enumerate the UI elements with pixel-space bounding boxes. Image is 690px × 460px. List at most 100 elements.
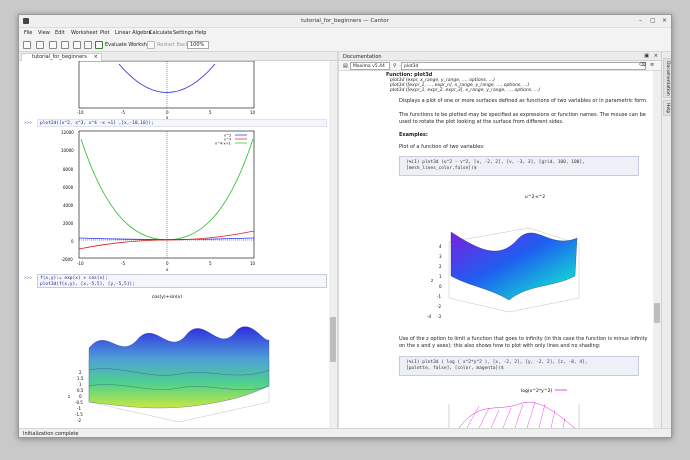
window-title: tutorial_for_beginners — Cantor: [301, 18, 389, 24]
doc-paragraph: Plot of a function of two variables:: [399, 144, 485, 150]
menu-worksheet[interactable]: Worksheet: [71, 30, 98, 36]
doc-toolbar: ▤ Maxima v5.44 ⚲ plot3d ⌫ ≡: [339, 61, 661, 71]
menu-edit[interactable]: Edit: [55, 30, 65, 36]
doc-paragraph: Displays a plot of one or more surfaces …: [399, 98, 648, 104]
entry-code-line: f(x,y):= exp(x) + cos(x);: [40, 276, 108, 281]
menu-view[interactable]: View: [38, 30, 50, 36]
search-input[interactable]: plot3d: [401, 62, 646, 70]
close-tab-icon[interactable]: ×: [94, 54, 98, 61]
plot-title: cos(y)+sin(x): [152, 294, 182, 300]
prompt: >>>: [24, 276, 33, 281]
tick-label: 1.5: [77, 376, 84, 381]
menu-bar: File View Edit Worksheet Plot Linear Alg…: [19, 28, 671, 38]
backend-icon: ▤: [343, 63, 348, 69]
entry-input[interactable]: f(x,y):= exp(x) + cos(x); plot3d(f(x,y),…: [37, 274, 327, 288]
doc-scrollbar[interactable]: [653, 71, 661, 428]
entry-code-line: plot3d(f(x,y), [x,-5,5], [y,-5,5]);: [40, 282, 135, 287]
tick-label: 2: [439, 264, 442, 269]
evaluate-icon[interactable]: [95, 41, 103, 49]
tick-label: 0: [79, 394, 82, 399]
find-icon[interactable]: [84, 41, 92, 49]
tick-label: 0: [71, 239, 74, 244]
menu-linear-algebra[interactable]: Linear Algebra: [115, 30, 151, 36]
plot-frame: [78, 61, 255, 109]
tick-label: 1: [79, 382, 82, 387]
menu-icon[interactable]: ≡: [650, 62, 654, 68]
search-icon: ⚲: [393, 63, 397, 69]
title-bar: tutorial_for_beginners — Cantor – ▢ ×: [19, 15, 671, 28]
tick-label: -5: [121, 261, 125, 266]
tick-label: 4000: [63, 203, 74, 208]
axis-label: x: [166, 267, 169, 272]
panel-title: Documentation: [343, 54, 382, 60]
open-icon[interactable]: [49, 41, 57, 49]
side-tab-documentation[interactable]: Documentation: [663, 58, 671, 98]
surface: [450, 231, 578, 301]
minimize-icon[interactable]: –: [639, 18, 642, 24]
backend-select[interactable]: Maxima v5.44: [350, 62, 390, 70]
tick-label: 1: [439, 274, 442, 279]
save-icon[interactable]: [73, 41, 81, 49]
side-tab-help[interactable]: Help: [663, 100, 671, 116]
plot-title: u^2-v^2: [525, 194, 545, 200]
legend-label: log(x^2*y^2): [521, 388, 552, 394]
tick-label: 6000: [63, 185, 74, 190]
tick-label: 0: [439, 284, 442, 289]
tick-label: 5: [209, 110, 212, 115]
tick-label: 8000: [63, 167, 74, 172]
float-icon[interactable]: ▣: [644, 53, 649, 59]
maximize-icon[interactable]: ▢: [650, 18, 656, 24]
tick-label: -5: [121, 110, 125, 115]
tick-label: 3: [439, 254, 442, 259]
main-window: tutorial_for_beginners — Cantor – ▢ × Fi…: [18, 14, 672, 438]
doc-plot-log: log(x^2*y^2): [448, 388, 580, 428]
new-icon[interactable]: [23, 41, 31, 49]
worksheet-scrollbar[interactable]: [329, 61, 337, 428]
clear-search-icon[interactable]: ⌫: [639, 62, 646, 68]
axis-label: z: [431, 278, 433, 283]
menu-calculate[interactable]: Calculate: [149, 30, 172, 36]
tick-label: 10000: [61, 148, 74, 153]
doc-code-example: (%i1) plot3d ( log ( x^2*y^2 ), [x, -2, …: [399, 356, 639, 376]
doc-examples-heading: Examples:: [399, 132, 428, 138]
panel-header: Documentation ▣ ×: [339, 52, 661, 61]
menu-plot[interactable]: Plot: [100, 30, 109, 36]
new-worksheet-icon[interactable]: [36, 41, 44, 49]
close-icon[interactable]: ×: [662, 18, 667, 24]
restart-icon[interactable]: [147, 41, 155, 49]
wireframe-mesh: [466, 401, 566, 428]
worksheet-pane: tutorial_for_beginners × -10 -5 0 5 10 x …: [19, 52, 337, 428]
tick-label: -10: [77, 110, 84, 115]
scrollbar-thumb[interactable]: [330, 317, 336, 362]
code-line: [mesh_lines_color,false])$: [406, 166, 477, 171]
tick-label: -4: [427, 314, 431, 319]
tick-label: -2: [437, 304, 441, 309]
legend-label: x^4-x+1: [215, 142, 231, 146]
plot2d-output: 12000 10000 8000 6000 4000 2000 0 -2000 …: [61, 130, 256, 272]
scrollbar-thumb[interactable]: [654, 303, 660, 323]
zoom-select[interactable]: 100%: [187, 41, 209, 49]
tick-label: 0.5: [77, 388, 84, 393]
doc-syntax: plot3d ([expr_1, expr_2, expr_3], x_rang…: [390, 88, 541, 93]
documentation-panel: Documentation ▣ × ▤ Maxima v5.44 ⚲ plot3…: [339, 52, 661, 428]
tick-label: -1: [77, 406, 81, 411]
tab-worksheet[interactable]: tutorial_for_beginners ×: [21, 53, 102, 61]
close-panel-icon[interactable]: ×: [654, 53, 658, 59]
doc-plot-saddle: u^2-v^2 4 3 2 1 0 -1 -2 -3 -4 z: [427, 194, 580, 319]
tick-label: -1.5: [75, 412, 83, 417]
side-panel-tabs: Documentation Help: [661, 52, 671, 428]
print-icon[interactable]: [61, 41, 69, 49]
doc-paragraph: The functions to be plotted may be speci…: [399, 112, 646, 125]
tick-label: -0.5: [75, 400, 83, 405]
tick-label: 10: [250, 110, 256, 115]
surface: [88, 326, 270, 409]
prompt: >>>: [24, 121, 33, 126]
entry-input[interactable]: plot2d([x^2, x^3, x^4 -x +1] ,[x,-10,10]…: [37, 119, 327, 127]
menu-file[interactable]: File: [24, 30, 32, 36]
tick-label: -2000: [61, 257, 73, 262]
menu-settings[interactable]: Settings: [173, 30, 194, 36]
toolbar: Evaluate Worksheet Restart Backend 100%: [19, 38, 671, 52]
menu-help[interactable]: Help: [195, 30, 206, 36]
tick-label: 10: [250, 261, 256, 266]
tick-label: 12000: [61, 130, 74, 135]
